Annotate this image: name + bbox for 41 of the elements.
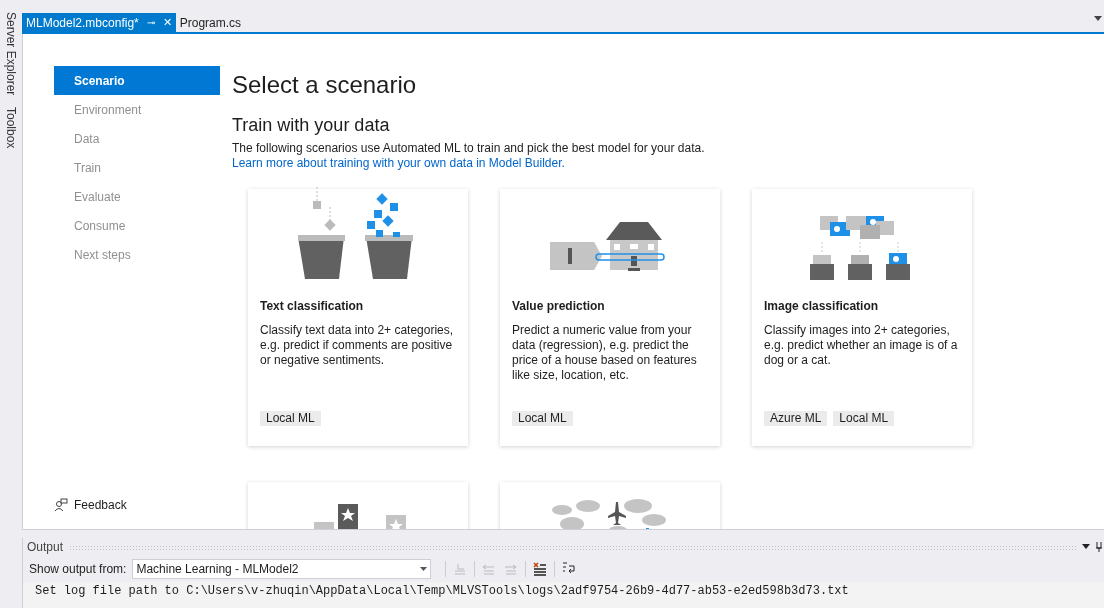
learn-more-link[interactable]: Learn more about training with your own data in Model Builder. [232,156,972,171]
scenario-card[interactable]: Text classification Classify text data into 2+ categories, e.g. predict if comments are positive or negative sentiments. Local ML [248,189,468,446]
dropdown-caret-icon[interactable] [420,567,428,571]
page-title: Select a scenario [232,70,418,100]
card-title: Value prediction [512,298,606,315]
output-log-line: Set log file path to C:\Users\v-zhuqin\AppData\Local\Temp\MLVSTools\logs\2adf9754-26b9-4d77-ab53-e2ed598b3d73.txt [35,584,850,599]
step-nav-item[interactable]: Consume [54,211,220,240]
pin-icon[interactable] [1096,542,1102,552]
section-description: The following scenarios use Automated ML to train and pick the best model for your data. [232,141,706,156]
tag: Local ML [833,411,895,426]
panel-title: Output [27,539,64,556]
scenario-card[interactable]: Value prediction Predict a numeric value from your data (regression), e.g. predict the price of a house based on features like size, location, etc. Local ML [500,189,720,446]
tag: Azure ML [764,411,828,426]
tag: Local ML [260,411,321,426]
feedback-icon[interactable] [54,498,68,512]
dropdown-caret-icon[interactable] [1094,16,1102,22]
step-nav-item[interactable]: Train [54,153,220,182]
step-nav-item[interactable]: Evaluate [54,182,220,211]
dropdown-caret-icon[interactable] [1082,544,1090,550]
card-title: Text classification [260,298,365,315]
side-panel-tab[interactable]: Toolbox [2,107,20,149]
tag: Local ML [512,411,573,426]
step-nav-item[interactable]: Data [54,124,220,153]
card-description: Classify text data into 2+ categories, e.g. predict if comments are positive or negative sentiments. [260,323,455,368]
card-description: Classify images into 2+ categories, e.g. predict whether an image is of a dog or a cat. [764,323,959,368]
scenario-card[interactable]: Image classification Classify images into 2+ categories, e.g. predict whether an image is of a dog or a cat. Azure ML Local ML [752,189,972,446]
side-panel-tab[interactable]: Server Explorer [2,12,20,96]
step-nav-item[interactable]: Next steps [54,240,220,269]
field-label: Show output from: [29,561,127,578]
document-tab[interactable]: Program.cs [175,13,246,32]
section-heading: Train with your data [232,114,391,137]
clear-all-icon[interactable] [532,561,549,577]
document-tab[interactable]: MLModel2.mbconfig* ⊸ ✕ [22,13,176,32]
close-icon[interactable]: ✕ [162,14,172,31]
feedback-link[interactable]: Feedback [74,496,127,514]
card-description: Predict a numeric value from your data (regression), e.g. predict the price of a house based on features like size, location, etc. [512,323,698,383]
output-source-dropdown[interactable]: Machine Learning - MLModel2 [132,559,432,579]
step-nav-item[interactable]: Scenario [54,66,220,95]
pin-icon[interactable]: ⊸ [146,15,155,30]
card-title: Image classification [764,298,880,315]
step-nav-item[interactable]: Environment [54,95,220,124]
